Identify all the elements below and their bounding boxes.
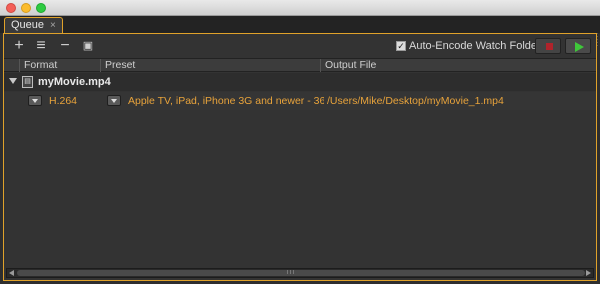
column-header-preset[interactable]: Preset [100, 59, 320, 72]
add-source-button[interactable]: + [11, 38, 27, 54]
minimize-window-button[interactable] [21, 3, 31, 13]
zoom-window-button[interactable] [36, 3, 46, 13]
auto-encode-checkbox[interactable]: ✓ [396, 41, 406, 51]
start-queue-button[interactable] [565, 38, 591, 54]
horizontal-scrollbar[interactable] [6, 268, 594, 278]
video-file-icon: ▤ [22, 76, 33, 88]
remove-button[interactable]: − [57, 38, 73, 54]
chevron-down-icon [111, 99, 117, 103]
format-link[interactable]: H.264 [49, 95, 77, 107]
column-header-format[interactable]: Format [19, 59, 100, 72]
column-headers: Format Preset Output File [4, 58, 596, 72]
format-dropdown[interactable] [28, 95, 42, 106]
disclosure-triangle-icon[interactable] [9, 78, 17, 84]
preset-dropdown[interactable] [107, 95, 121, 106]
queue-panel: + ≡ − ▣ ✓ Auto-Encode Watch Folders Form… [3, 33, 597, 281]
tab-strip: Queue× ▾☰ [0, 16, 600, 47]
queue-empty-area[interactable] [4, 110, 596, 263]
auto-encode-option: ✓ Auto-Encode Watch Folders [396, 39, 546, 53]
scrollbar-thumb[interactable] [17, 270, 585, 276]
tab-close-icon[interactable]: × [50, 20, 56, 31]
encode-item-row[interactable]: H.264 Apple TV, iPad, iPhone 3G and newe… [4, 92, 596, 110]
preset-link[interactable]: Apple TV, iPad, iPhone 3G and newer - 36… [128, 95, 324, 107]
queue-settings-button[interactable]: ≡ [33, 38, 49, 54]
stop-queue-button[interactable] [535, 38, 561, 54]
column-header-output[interactable]: Output File [320, 59, 596, 72]
window-titlebar [0, 0, 600, 16]
source-row[interactable]: ▤ myMovie.mp4 [4, 73, 596, 91]
play-icon [575, 42, 584, 52]
scroll-right-icon[interactable] [586, 270, 591, 276]
scroll-left-icon[interactable] [9, 270, 14, 276]
duplicate-button[interactable]: ▣ [80, 38, 96, 54]
tab-queue[interactable]: Queue × [4, 17, 63, 34]
stop-icon [546, 43, 553, 50]
close-window-button[interactable] [6, 3, 16, 13]
auto-encode-label: Auto-Encode Watch Folders [409, 40, 547, 52]
output-file-link[interactable]: /Users/Mike/Desktop/myMovie_1.mp4 [327, 95, 504, 107]
queue-toolbar: + ≡ − ▣ ✓ Auto-Encode Watch Folders [4, 34, 596, 58]
source-filename: myMovie.mp4 [38, 76, 111, 88]
tab-queue-label: Queue [11, 19, 45, 31]
scrollbar-grip [287, 270, 295, 274]
chevron-down-icon [32, 99, 38, 103]
